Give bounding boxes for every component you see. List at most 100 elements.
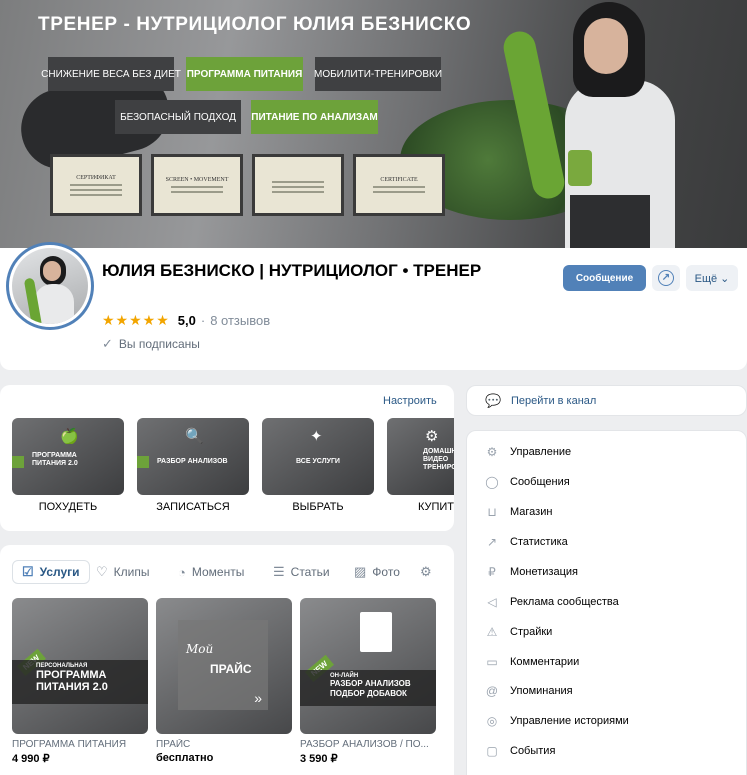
tile-caption: РАЗБОР АНАЛИЗОВ — [157, 458, 228, 465]
menu-tile[interactable]: 🍏 ПРОГРАММА ПИТАНИЯ 2.0 — [12, 418, 124, 495]
certificate-image: CERTIFICATE — [353, 154, 445, 216]
menu-tile[interactable]: ⚙ ДОМАШНИЕ ВИДЕО ТРЕНИРОВ — [387, 418, 454, 495]
nav-item-events[interactable]: ▢ События — [467, 739, 747, 763]
clip-icon: ♡ — [96, 564, 108, 579]
separator-dot: · — [200, 313, 206, 328]
rating-row[interactable]: ★★★★★ 5,0 · 8 отзывов — [102, 312, 270, 329]
cover-woman-legs — [570, 195, 650, 248]
menu-tile-label[interactable]: КУПИТ — [387, 501, 454, 513]
product-card[interactable]: Мой ПРАЙС » — [156, 598, 292, 734]
product-card[interactable]: NEW ОН-ЛАЙН РАЗБОР АНАЛИЗОВ ПОДБОР ДОБАВ… — [300, 598, 436, 734]
reviews-count-link[interactable]: 8 отзывов — [210, 313, 270, 328]
product-title[interactable]: ПРОГРАММА ПИТАНИЯ — [12, 739, 152, 750]
magnifier-icon: 🔍 — [185, 428, 204, 445]
tab-articles[interactable]: ☰ Статьи — [273, 560, 330, 584]
admin-menu: ⚙ Управление ◯ Сообщения ⊔ Магазин ↗ Ста… — [466, 430, 747, 775]
menu-tile[interactable]: 🔍 РАЗБОР АНАЛИЗОВ — [137, 418, 249, 495]
product-caption: ПРАЙС — [210, 662, 252, 676]
menu-setup-link[interactable]: Настроить — [383, 395, 437, 407]
product-caption: РАЗБОР АНАЛИЗОВ ПОДБОР ДОБАВОК — [330, 679, 411, 698]
warning-icon: ⚠ — [486, 625, 498, 639]
tab-clips[interactable]: ♡ Клипы — [96, 560, 149, 584]
nav-item-label: Управление историями — [510, 715, 629, 727]
product-price: 3 590 ₽ — [300, 753, 338, 765]
message-icon: ◯ — [485, 475, 499, 489]
cover-woman-face — [584, 18, 628, 74]
profile-header: ЮЛИЯ БЕЗНИСКО | НУТРИЦИОЛОГ • ТРЕНЕР ★★★… — [0, 242, 747, 370]
avatar[interactable] — [6, 242, 94, 330]
tab-moments[interactable]: ◔ Моменты — [178, 560, 244, 584]
certificate-title: CERTIFICATE — [380, 177, 418, 183]
tab-photos[interactable]: ▨ Фото — [354, 560, 400, 584]
nav-item-label: Реклама сообщества — [510, 596, 619, 608]
nav-item-stories[interactable]: ◎ Управление историями — [467, 709, 747, 733]
cover-tag: ПИТАНИЕ ПО АНАЛИЗАМ — [251, 100, 378, 134]
nav-item-ads[interactable]: ◁ Реклама сообщества — [467, 590, 747, 614]
nav-item-comments[interactable]: ▭ Комментарии — [467, 650, 747, 674]
tile-accent — [137, 456, 149, 468]
article-icon: ☰ — [273, 564, 285, 579]
channel-label: Перейти в канал — [511, 395, 597, 407]
photo-icon: ▨ — [354, 564, 367, 579]
content-section: ☑ Услуги ♡ Клипы ◔ Моменты ☰ Статьи ▨ Фо… — [0, 545, 454, 775]
tab-label: Услуги — [39, 565, 80, 579]
checkmark-icon: ✓ — [102, 336, 113, 351]
certificate-title: СЕРТИФИКАТ — [76, 174, 116, 181]
tab-services[interactable]: ☑ Услуги — [12, 560, 90, 584]
nav-item-messages[interactable]: ◯ Сообщения — [467, 470, 747, 494]
tile-caption: ПРОГРАММА ПИТАНИЯ 2.0 — [32, 452, 78, 467]
share-button[interactable]: ↗ — [652, 265, 680, 291]
document-magnifier-icon — [360, 612, 392, 652]
certificate-title: SCREEN • MOVEMENT — [165, 177, 229, 183]
certificate-image — [252, 154, 344, 216]
more-button[interactable]: Ещё ⌄ — [686, 265, 738, 291]
moments-icon: ◔ — [178, 564, 186, 580]
nav-item-label: Комментарии — [510, 656, 580, 668]
channel-link[interactable]: 💬 Перейти в канал — [466, 385, 747, 416]
arrows-icon: » — [254, 690, 262, 706]
gear-icon: ⚙ — [486, 445, 498, 459]
nav-item-label: Магазин — [510, 506, 553, 518]
product-title[interactable]: ПРАЙС — [156, 739, 296, 750]
cover-tag: БЕЗОПАСНЫЙ ПОДХОД — [115, 100, 241, 134]
nav-item-shop[interactable]: ⊔ Магазин — [467, 500, 747, 524]
product-title[interactable]: РАЗБОР АНАЛИЗОВ / ПО... — [300, 739, 440, 750]
at-icon: @ — [485, 684, 499, 698]
nav-item-label: Страйки — [510, 626, 553, 638]
product-price: бесплатно — [156, 752, 214, 764]
menu-tile-label[interactable]: ВЫБРАТЬ — [262, 501, 374, 513]
stories-icon: ◎ — [486, 714, 498, 728]
shop-bag-icon: ⊔ — [487, 505, 497, 519]
certificate-image: SCREEN • MOVEMENT — [151, 154, 243, 216]
nav-item-monetization[interactable]: ₽ Монетизация — [467, 560, 747, 584]
nav-item-strikes[interactable]: ⚠ Страйки — [467, 620, 747, 644]
gear-icon: ⚙ — [420, 564, 432, 579]
tab-label: Статьи — [290, 565, 330, 579]
nav-item-label: Монетизация — [510, 566, 578, 578]
menu-tile[interactable]: ✦ ВСЕ УСЛУГИ — [262, 418, 374, 495]
community-menu: Настроить 🍏 ПРОГРАММА ПИТАНИЯ 2.0 ПОХУДЕ… — [0, 385, 454, 531]
stats-icon: ↗ — [486, 535, 498, 549]
sparkle-icon: ✦ — [310, 428, 323, 445]
calendar-icon: ▢ — [486, 744, 498, 758]
cover-tag: СНИЖЕНИЕ ВЕСА БЕЗ ДИЕТ — [41, 57, 181, 91]
megaphone-icon: ◁ — [487, 595, 497, 609]
apple-icon: 🍏 — [60, 428, 79, 445]
nav-item-label: События — [510, 745, 556, 757]
tabs-settings[interactable]: ⚙ — [420, 560, 438, 584]
subscription-status[interactable]: ✓ Вы подписаны — [102, 336, 200, 352]
menu-tile-label[interactable]: ЗАПИСАТЬСЯ — [137, 501, 249, 513]
cover-tag: ПРОГРАММА ПИТАНИЯ — [186, 57, 303, 91]
fitness-icon: ⚙ — [425, 428, 439, 445]
cover-title: ТРЕНЕР - НУТРИЦИОЛОГ ЮЛИЯ БЕЗНИСКО — [38, 14, 472, 35]
menu-tile-label[interactable]: ПОХУДЕТЬ — [12, 501, 124, 513]
nav-item-manage[interactable]: ⚙ Управление — [467, 440, 747, 464]
community-name: ЮЛИЯ БЕЗНИСКО | НУТРИЦИОЛОГ • ТРЕНЕР — [102, 261, 482, 280]
product-card[interactable]: NEW ПЕРСОНАЛЬНАЯ ПРОГРАММА ПИТАНИЯ 2.0 — [12, 598, 148, 734]
product-caption: ПРОГРАММА ПИТАНИЯ 2.0 — [36, 669, 108, 693]
rating-value: 5,0 — [177, 313, 196, 328]
message-button[interactable]: Сообщение — [563, 265, 646, 291]
nav-item-mentions[interactable]: @ Упоминания — [467, 679, 747, 703]
tab-label: Моменты — [191, 565, 245, 579]
nav-item-stats[interactable]: ↗ Статистика — [467, 530, 747, 554]
